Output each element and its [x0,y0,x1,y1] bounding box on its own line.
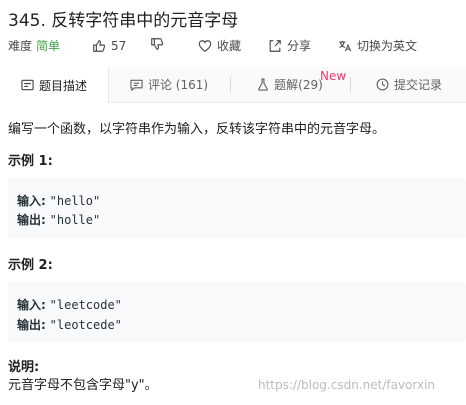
input-value: "hello" [49,194,101,208]
like-count: 57 [111,39,127,53]
tab-comments[interactable]: 评论 (161) [110,67,228,102]
dislike-button[interactable] [150,37,164,51]
difficulty-label: 难度 [8,39,33,53]
thumbs-up-icon [93,40,106,52]
example-output: 输出: "holle" [17,211,100,228]
tab-submissions[interactable]: 提交记录 [352,67,466,102]
note-title: 说明: [8,360,40,375]
share-label: 分享 [287,39,312,53]
heart-icon [198,40,212,52]
tab-comments-label: 评论 (161) [147,78,209,92]
output-value: "leotcede" [49,318,122,332]
example-title: 示例 1: [8,154,53,169]
tab-divider [350,77,351,93]
difficulty-value: 简单 [36,39,61,53]
example-input: 输入: "hello" [17,192,100,209]
tab-divider [230,77,231,93]
tab-submissions-label: 提交记录 [393,78,442,92]
favorite-label: 收藏 [217,39,242,53]
example-output: 输出: "leotcede" [17,316,122,333]
tab-description[interactable]: 题目描述 [0,67,109,103]
tab-description-label: 题目描述 [38,78,87,93]
note-text: 元音字母不包含字母"y"。 [8,378,158,393]
like-button[interactable]: 57 [92,37,126,55]
watermark: https://blog.csdn.net/favorxin [258,378,436,392]
new-badge: New [320,69,347,83]
input-value: "leetcode" [49,298,122,312]
translate-button[interactable]: 切换为英文 [338,37,417,55]
example-title: 示例 2: [8,258,53,273]
problem-title: 345. 反转字符串中的元音字母 [8,11,239,31]
flask-icon [258,78,268,91]
history-icon [376,78,389,91]
tab-solutions-label: 题解(29) [274,78,323,92]
translate-icon [339,40,352,52]
thumbs-down-icon [151,38,164,50]
problem-description: 编写一个函数，以字符串作为输入，反转该字符串中的元音字母。 [8,122,386,137]
problem-meta-bar: 难度 简单 57 收藏 分享 切换为英文 [8,37,466,55]
comment-icon [130,79,143,91]
input-label: 输入: [17,194,46,208]
input-label: 输入: [17,298,46,312]
favorite-button[interactable]: 收藏 [198,37,241,55]
output-label: 输出: [17,213,46,227]
example-input: 输入: "leetcode" [17,296,122,313]
translate-label: 切换为英文 [357,39,418,53]
share-button[interactable]: 分享 [268,37,311,55]
output-value: "holle" [49,213,101,227]
output-label: 输出: [17,318,46,332]
description-icon [21,79,34,91]
share-icon [269,40,281,52]
